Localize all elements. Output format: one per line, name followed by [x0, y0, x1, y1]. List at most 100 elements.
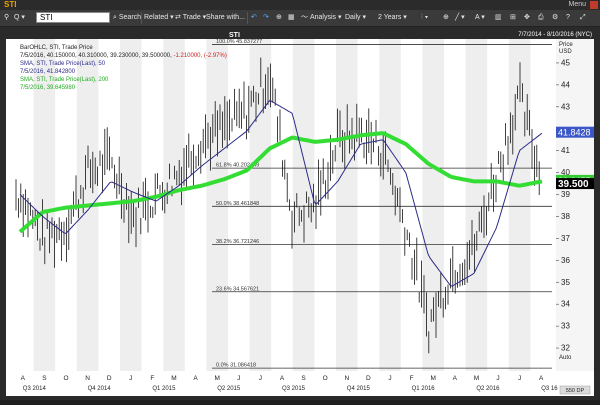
price-chart[interactable]: 100.0% 45.83727761.8% 40.20244950.0% 38.… [0, 27, 600, 400]
fib-label: 0.0% 31.086418 [216, 363, 256, 369]
info-line2-change: -1.210000, (-2.97%) [173, 53, 226, 59]
month-tick-label: S [301, 375, 306, 382]
trade-button-label: Trade [182, 14, 201, 21]
fill-icon[interactable]: ▥ [495, 12, 502, 24]
auto-scale-toggle[interactable]: Auto [559, 355, 572, 361]
month-tick-label: A [21, 375, 26, 382]
quarter-label: Q1 2015 [152, 386, 176, 392]
currency-label: USD [559, 49, 572, 55]
print-icon[interactable]: ⎙ [538, 12, 544, 24]
bar-style-icon[interactable]: ⫶ ▾ [421, 12, 428, 24]
analysis-button[interactable]: 〜 Analysis ▾ [301, 12, 342, 24]
sma200-legend-value: 7/5/2016, 39.645980 [20, 85, 76, 91]
close-icon[interactable] [590, 1, 598, 9]
related-button[interactable]: Related ▾ [144, 12, 174, 24]
table-icon[interactable]: ▦ [288, 12, 295, 24]
period-button[interactable]: 2 Years ▾ [378, 12, 407, 24]
fib-label: 38.2% 36.721246 [216, 239, 259, 245]
toolbar-divider [247, 12, 248, 24]
pan-icon[interactable]: ✥ [524, 12, 530, 24]
month-tick-label: J [237, 375, 240, 382]
crosshair-icon[interactable]: ⊕ [276, 12, 282, 24]
undo-icon[interactable]: ↶ [251, 12, 257, 24]
date-range: 7/7/2014 - 8/10/2016 (NYC) [518, 32, 592, 38]
sma50-badge: 41.8428 [558, 128, 591, 138]
price-tick-label: 35 [561, 278, 570, 287]
quarter-label: Q2 2015 [217, 386, 241, 392]
search-button[interactable]: ⌕ Search [113, 12, 141, 24]
price-tick-label: 33 [561, 322, 570, 331]
analysis-button-label: Analysis [309, 14, 337, 21]
period-button-label: 2 Years [378, 14, 402, 21]
month-tick-label: A [193, 375, 198, 382]
quarter-label: Q1 2016 [412, 386, 436, 392]
price-tick-label: 43 [561, 102, 570, 111]
month-tick-label: J [496, 375, 499, 382]
related-button-label: Related [144, 14, 169, 21]
info-line2-ohlc: 7/5/2016, 40.150000, 40.310000, 39.23000… [20, 53, 172, 59]
month-tick-label: M [171, 375, 176, 382]
chart-title: STI [229, 32, 240, 39]
trading-window: STI Menu ⚲ Q ▾ STI ⌕ Search Related ▾ ⇄ … [0, 0, 600, 400]
quarter-label: Q3 2014 [23, 386, 47, 392]
quarter-label: Q4 2014 [88, 386, 112, 392]
q-dropdown[interactable]: Q ▾ [14, 12, 25, 24]
redo-icon[interactable]: ↷ [263, 12, 269, 24]
price-tick-label: 38 [561, 212, 570, 221]
month-stripe [336, 39, 358, 371]
symbol-input[interactable]: STI [36, 12, 110, 23]
sma200-legend: SMA, STI, Trade Price(Last), 200 [20, 77, 109, 83]
draw-icon[interactable]: ╱ ▾ [455, 12, 465, 24]
price-tick-label: 41 [561, 146, 570, 155]
toolbar-divider [141, 12, 142, 24]
quarter-label: Q4 2015 [347, 386, 371, 392]
link-icon[interactable]: ⚲ [4, 12, 9, 24]
month-tick-label: M [214, 375, 219, 382]
month-tick-label: M [430, 375, 435, 382]
toolbar: ⚲ Q ▾ STI ⌕ Search Related ▾ ⇄ Trade ▾ S… [0, 10, 600, 27]
indicator-icon[interactable]: ⊞ [510, 12, 516, 24]
search-button-label: Search [118, 14, 142, 21]
info-line1: BarOHLC, STI, Trade Price [20, 45, 93, 51]
quarter-label: Q3 2015 [282, 386, 306, 392]
month-tick-label: O [323, 375, 328, 382]
expand-icon[interactable]: ⤢ [580, 12, 586, 24]
help-icon[interactable]: ? [566, 12, 570, 24]
menu-button[interactable]: Menu [568, 0, 586, 10]
sma50-legend-value: 7/5/2016, 41.842800 [20, 69, 76, 75]
trade-button[interactable]: ⇄ Trade ▾ [175, 12, 206, 24]
month-tick-label: A [539, 375, 544, 382]
price-tick-label: 45 [561, 58, 570, 67]
fib-label: 100.0% 45.837277 [216, 39, 262, 45]
window-title: STI [4, 0, 17, 9]
price-tick-label: 37 [561, 234, 570, 243]
sma50-legend: SMA, STI, Trade Price(Last), 50 [20, 61, 106, 67]
month-tick-label: J [129, 375, 132, 382]
month-tick-label: O [63, 375, 68, 382]
price-tick-label: 36 [561, 256, 570, 265]
zoom-in-icon[interactable]: ⊕ [443, 12, 449, 24]
month-tick-label: A [280, 375, 285, 382]
display-button-label: Daily [345, 14, 361, 21]
quarter-label: Q3 16 [541, 386, 558, 392]
share-button-label: Share with... [206, 14, 245, 21]
display-button[interactable]: Daily ▾ [345, 12, 366, 24]
zoom-level: 550 DP [566, 388, 585, 394]
month-tick-label: N [85, 375, 90, 382]
month-tick-label: N [344, 375, 349, 382]
chart-panel: 100.0% 45.837277 61.8% 40.202449 50.0% 38.… [0, 27, 600, 400]
price-tick-label: 44 [561, 80, 570, 89]
month-tick-label: F [410, 375, 414, 382]
fib-label: 23.6% 34.567621 [216, 286, 259, 292]
month-tick-label: D [366, 375, 371, 382]
share-button[interactable]: Share with... [206, 12, 245, 24]
settings-icon[interactable]: ⚙ [552, 12, 558, 24]
month-tick-label: J [388, 375, 391, 382]
month-tick-label: J [259, 375, 262, 382]
month-tick-label: M [474, 375, 479, 382]
price-tick-label: 32 [561, 344, 570, 353]
quarter-label: Q2 2016 [476, 386, 500, 392]
text-icon[interactable]: A ▾ [475, 12, 485, 24]
price-tick-label: 39 [561, 190, 570, 199]
last-price-badge: 39.500 [558, 179, 589, 190]
